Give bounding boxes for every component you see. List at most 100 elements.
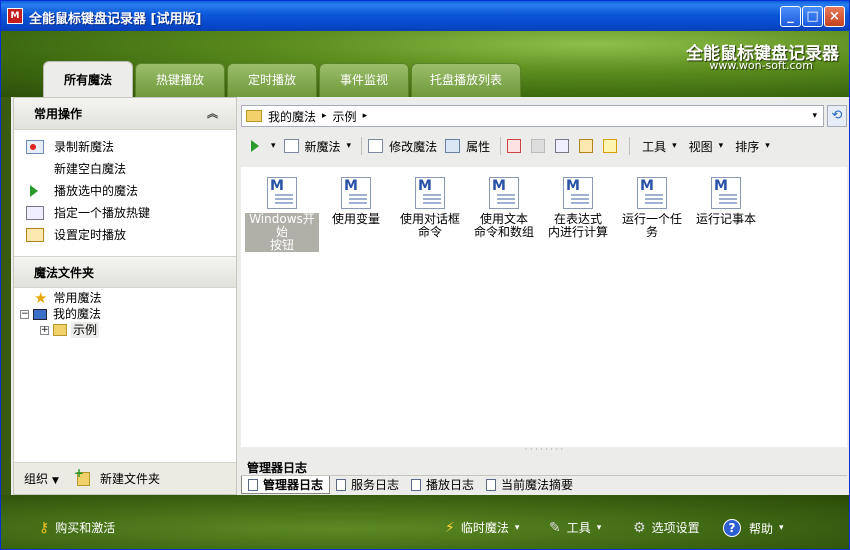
- file-item[interactable]: 运行一个任 务: [615, 177, 689, 239]
- tools-label: 工具: [566, 521, 591, 535]
- dropdown-caret-icon[interactable]: ▾: [347, 141, 352, 151]
- tab-tray-playlist[interactable]: 托盘播放列表: [411, 63, 521, 97]
- file-label-line: Windows开始: [249, 212, 315, 239]
- action-label: 指定一个播放热键: [54, 206, 151, 220]
- record-icon: [26, 140, 44, 154]
- breadcrumb-root[interactable]: 我的魔法: [268, 108, 316, 125]
- log-title: 管理器日志: [247, 461, 308, 475]
- options-button[interactable]: ⚙ 选项设置: [633, 519, 700, 536]
- file-label: 使用变量: [319, 213, 393, 226]
- file-label: 运行记事本: [689, 213, 763, 226]
- new-magic-button[interactable]: 新魔法 ▾: [283, 138, 352, 155]
- horizontal-splitter[interactable]: · · · · · · · ·: [241, 446, 847, 454]
- tree-item-mine[interactable]: − 我的魔法: [14, 306, 236, 322]
- file-item[interactable]: 使用文本 命令和数组: [467, 177, 541, 239]
- log-tab-manager[interactable]: 管理器日志: [241, 476, 331, 494]
- edit-icon: [368, 139, 384, 153]
- log-tab-playback[interactable]: 播放日志: [405, 476, 480, 494]
- action-new-blank[interactable]: 新建空白魔法: [14, 158, 236, 180]
- tree-item-common[interactable]: ★ 常用魔法: [14, 290, 236, 306]
- sort-menu[interactable]: 排序 ▾: [735, 138, 770, 155]
- properties-button[interactable]: 属性: [445, 138, 490, 155]
- address-bar[interactable]: 我的魔法 ▸ 示例 ▸ ▾: [241, 105, 824, 127]
- checklist-icon[interactable]: [507, 139, 522, 153]
- help-menu[interactable]: ? 帮助 ▾: [723, 519, 784, 537]
- file-item[interactable]: 使用对话框 命令: [393, 177, 467, 239]
- file-item[interactable]: 在表达式 内进行计算: [541, 177, 615, 239]
- tree-label: 我的魔法: [53, 307, 102, 321]
- bottom-bar: ⚷ 购买和激活 ⚡ 临时魔法 ▾ ✎ 工具 ▾ ⚙ 选项设置 ? 帮助 ▾: [1, 495, 849, 549]
- log-tab-label: 管理器日志: [263, 477, 324, 492]
- log-tab-label: 当前魔法摘要: [501, 478, 574, 492]
- address-dropdown-icon[interactable]: ▾: [812, 111, 817, 121]
- action-play-selected[interactable]: 播放选中的魔法: [14, 180, 236, 202]
- folders-title: 魔法文件夹: [34, 266, 95, 280]
- buy-activate-link[interactable]: ⚷ 购买和激活: [39, 519, 115, 536]
- file-item[interactable]: 运行记事本: [689, 177, 763, 226]
- tab-event-monitor[interactable]: 事件监视: [319, 63, 409, 97]
- breadcrumb-sep-icon: ▸: [362, 111, 368, 121]
- file-label-line: 内进行计算: [547, 225, 608, 239]
- dropdown-caret-icon[interactable]: ▾: [271, 141, 276, 151]
- magic-file-icon: [267, 177, 297, 209]
- file-label-line: 运行记事本: [695, 212, 756, 226]
- new-doc-icon: [283, 139, 299, 153]
- magic-file-icon: [563, 177, 593, 209]
- action-assign-hotkey[interactable]: 指定一个播放热键: [14, 202, 236, 224]
- schedule-icon[interactable]: [579, 139, 594, 153]
- play-button[interactable]: ▾: [241, 140, 276, 152]
- common-ops-header[interactable]: 常用操作 ︽: [14, 98, 236, 130]
- new-folder-button[interactable]: 新建文件夹: [100, 470, 160, 487]
- breadcrumb-child[interactable]: 示例: [333, 108, 357, 125]
- lock-icon[interactable]: [531, 139, 546, 153]
- file-label-line: 使用文本: [479, 212, 528, 226]
- tree-item-example[interactable]: + 示例: [14, 322, 236, 338]
- tab-timed-play[interactable]: 定时播放: [227, 63, 317, 97]
- quick-magic-menu[interactable]: ⚡ 临时魔法 ▾: [445, 519, 519, 536]
- refresh-button[interactable]: ⟲: [827, 105, 847, 127]
- star-icon: ★: [34, 289, 48, 307]
- action-label: 设置定时播放: [54, 228, 127, 242]
- key-icon: ⚷: [39, 519, 50, 536]
- tree-label: 示例: [71, 322, 100, 338]
- tab-all-magic[interactable]: 所有魔法: [43, 61, 133, 97]
- edit-magic-button[interactable]: 修改魔法: [368, 138, 437, 155]
- file-label-line: 按钮: [269, 238, 294, 252]
- organize-label: 组织: [24, 472, 49, 486]
- close-button[interactable]: ×: [824, 6, 845, 27]
- file-item[interactable]: Windows开始 按钮: [245, 177, 319, 252]
- file-label-line: 使用变量: [331, 212, 380, 226]
- log-tab-label: 播放日志: [426, 478, 475, 492]
- magic-file-icon: [711, 177, 741, 209]
- blank-icon: [26, 162, 44, 176]
- minimize-button[interactable]: _: [780, 6, 801, 27]
- maximize-button[interactable]: □: [802, 6, 823, 27]
- log-tab-summary[interactable]: 当前魔法摘要: [480, 476, 579, 494]
- tools-menu[interactable]: 工具 ▾: [642, 138, 677, 155]
- flash-icon[interactable]: [603, 139, 618, 153]
- file-item[interactable]: 使用变量: [319, 177, 393, 226]
- dropdown-caret-icon: ▾: [596, 522, 602, 533]
- title-bar[interactable]: M 全能鼠标键盘记录器 [试用版] _ □ ×: [1, 1, 849, 31]
- organize-menu[interactable]: 组织 ▼: [24, 470, 59, 487]
- file-label-line: 命令和数组: [473, 225, 534, 239]
- main-tabs: 所有魔法 热键播放 定时播放 事件监视 托盘播放列表: [43, 61, 523, 97]
- tools-menu-bottom[interactable]: ✎ 工具 ▾: [549, 519, 601, 536]
- schedule-icon: [26, 228, 44, 242]
- summary-icon: [486, 479, 497, 491]
- action-timed-play[interactable]: 设置定时播放: [14, 224, 236, 246]
- log-doc-icon: [411, 479, 422, 491]
- view-menu[interactable]: 视图 ▾: [689, 138, 724, 155]
- dropdown-caret-icon: ▾: [672, 141, 677, 151]
- collapse-toggle-icon[interactable]: −: [20, 309, 29, 319]
- dropdown-caret-icon: ▾: [514, 522, 520, 533]
- tab-hotkey-play[interactable]: 热键播放: [135, 63, 225, 97]
- record-window-icon[interactable]: [555, 139, 570, 153]
- expand-toggle-icon[interactable]: +: [40, 325, 49, 335]
- file-label: 运行一个任 务: [615, 213, 689, 239]
- app-icon[interactable]: M: [7, 8, 23, 24]
- log-tab-service[interactable]: 服务日志: [330, 476, 405, 494]
- keyboard-icon: [26, 206, 44, 220]
- collapse-icon[interactable]: ︽: [207, 98, 218, 130]
- action-record-new[interactable]: 录制新魔法: [14, 136, 236, 158]
